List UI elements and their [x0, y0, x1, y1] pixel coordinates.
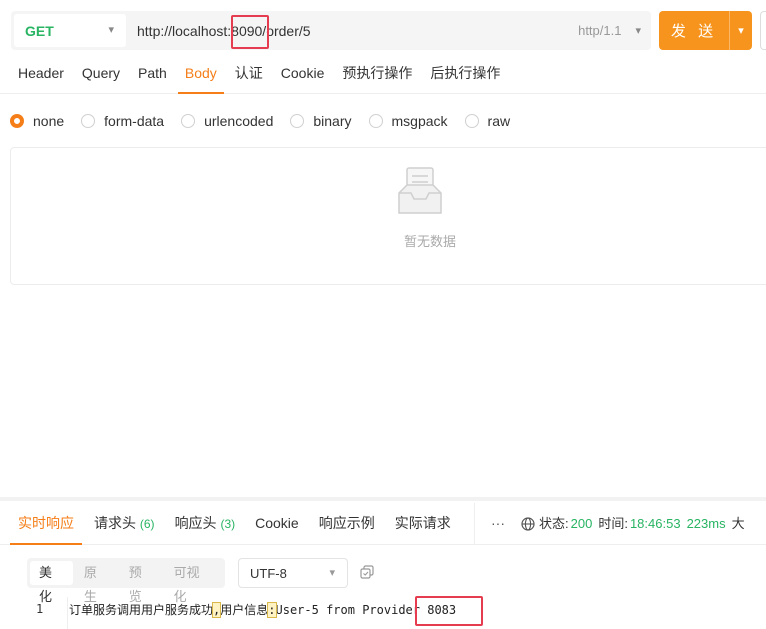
- view-mode-visualize[interactable]: 可视化: [165, 561, 220, 604]
- tab-label: 请求头: [94, 514, 136, 531]
- duration-value: 223ms: [686, 516, 726, 531]
- tab-request-headers[interactable]: 请求头 (6): [86, 503, 163, 545]
- radio-icon: [368, 114, 383, 128]
- radio-icon: [81, 114, 96, 128]
- response-text-part: 订单服务调用用户服务成功: [69, 603, 214, 617]
- radio-none[interactable]: none: [10, 113, 64, 129]
- radio-form-data[interactable]: form-data: [81, 113, 164, 129]
- request-tabs: Header Query Path Body 认证 Cookie 预执行操作 后…: [0, 54, 766, 94]
- send-button[interactable]: 发 送: [659, 11, 729, 50]
- globe-icon: [521, 517, 535, 531]
- more-tabs-button[interactable]: ···: [474, 503, 505, 545]
- radio-icon: [290, 114, 305, 128]
- tab-cookie[interactable]: Cookie: [274, 54, 332, 94]
- tab-body[interactable]: Body: [177, 54, 224, 94]
- highlighted-char: :: [267, 602, 277, 618]
- radio-binary[interactable]: binary: [290, 113, 352, 129]
- chevron-down-icon: ▾: [108, 24, 114, 36]
- url-input[interactable]: http://localhost:8090/order/5: [137, 23, 578, 39]
- port-highlight-box: [231, 15, 269, 49]
- tab-response-headers[interactable]: 响应头 (3): [167, 503, 244, 545]
- encoding-value: UTF-8: [250, 565, 287, 581]
- http-version-select[interactable]: http/1.1 ▾: [578, 23, 641, 38]
- time-label: 时间:: [598, 516, 628, 531]
- view-mode-pretty[interactable]: 美化: [30, 561, 73, 604]
- radio-label: none: [33, 113, 65, 129]
- chevron-down-icon: ▾: [329, 567, 335, 579]
- status-code: 200: [570, 516, 593, 531]
- tab-path[interactable]: Path: [131, 54, 174, 94]
- tab-label: 实时响应: [18, 514, 74, 531]
- radio-icon: [464, 114, 479, 128]
- time-value: 18:46:53: [629, 516, 681, 531]
- view-mode-raw[interactable]: 原生: [75, 561, 118, 604]
- view-mode-segmented: 美化 原生 预览 可视化: [27, 558, 225, 604]
- tab-live-response[interactable]: 实时响应: [10, 503, 82, 545]
- radio-label: binary: [313, 113, 352, 129]
- radio-urlencoded[interactable]: urlencoded: [181, 113, 273, 129]
- status-label: 状态:: [539, 516, 569, 531]
- radio-raw[interactable]: raw: [464, 113, 511, 129]
- body-panel: [10, 147, 766, 285]
- copy-icon[interactable]: [360, 565, 374, 579]
- tab-actual-request[interactable]: 实际请求: [387, 503, 459, 545]
- line-number: 1: [36, 602, 44, 616]
- radio-label: raw: [487, 113, 511, 129]
- empty-inbox-icon: [398, 167, 442, 214]
- view-mode-preview[interactable]: 预览: [120, 561, 163, 604]
- tab-response-example[interactable]: 响应示例: [311, 503, 383, 545]
- response-line: 订单服务调用用户服务成功,用户信息:User-5 from Provider 8…: [69, 601, 456, 618]
- response-status: 状态: 200 时间: 18:46:53 223ms 大: [521, 503, 745, 545]
- send-options-button[interactable]: ▾: [729, 11, 752, 50]
- encoding-select[interactable]: UTF-8 ▾: [238, 558, 348, 588]
- size-label: 大: [731, 516, 745, 531]
- tab-label: 实际请求: [394, 514, 451, 531]
- radio-label: urlencoded: [204, 113, 274, 129]
- tab-label: 响应示例: [318, 514, 375, 531]
- empty-state-text: 暂无数据: [404, 234, 457, 249]
- tab-query[interactable]: Query: [75, 54, 127, 94]
- response-text-part: 用户信息: [220, 603, 269, 617]
- response-port-highlight-box: [415, 596, 483, 626]
- panel-divider[interactable]: [0, 497, 766, 501]
- response-body[interactable]: 1 订单服务调用用户服务成功,用户信息:User-5 from Provider…: [0, 597, 766, 629]
- chevron-down-icon: ▾: [635, 25, 641, 37]
- gutter-divider: [67, 597, 68, 629]
- tab-label: 响应头: [174, 514, 217, 531]
- radio-label: form-data: [104, 113, 165, 129]
- http-version-value: http/1.1: [578, 23, 622, 38]
- tab-header[interactable]: Header: [11, 54, 71, 94]
- radio-checked-icon: [10, 114, 24, 128]
- tab-count: (3): [220, 516, 236, 531]
- radio-icon: [181, 114, 196, 128]
- chevron-down-icon: ▾: [738, 25, 744, 37]
- tab-label: Cookie: [255, 514, 299, 531]
- method-select[interactable]: GET ▾: [14, 14, 126, 47]
- tab-post-request[interactable]: 后执行操作: [423, 54, 507, 94]
- url-bar: GET ▾ http://localhost:8090/order/5 http…: [11, 11, 651, 50]
- body-type-radios: none form-data urlencoded binary msgpack…: [10, 113, 527, 129]
- tab-pre-request[interactable]: 预执行操作: [335, 54, 419, 94]
- method-value: GET: [25, 22, 54, 39]
- radio-msgpack[interactable]: msgpack: [368, 113, 448, 129]
- tab-response-cookie[interactable]: Cookie: [247, 503, 307, 545]
- save-button[interactable]: [760, 11, 766, 50]
- tab-auth[interactable]: 认证: [228, 54, 270, 94]
- radio-label: msgpack: [391, 113, 448, 129]
- tab-count: (6): [139, 516, 155, 531]
